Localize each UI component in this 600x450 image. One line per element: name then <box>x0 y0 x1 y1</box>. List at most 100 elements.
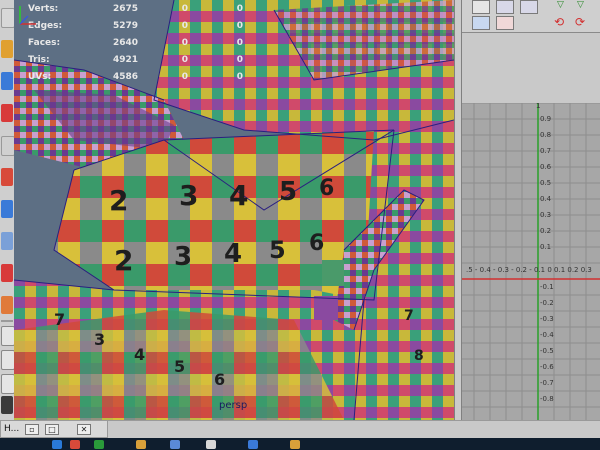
paint-tool-icon[interactable] <box>1 72 13 90</box>
uv-move-icon[interactable]: ▽ <box>557 0 567 10</box>
checker-number: 4 <box>134 345 145 364</box>
last-tool-icon[interactable] <box>1 296 13 314</box>
soft-mod-tool-icon[interactable] <box>1 232 13 250</box>
uv-layout-icon[interactable] <box>496 16 514 30</box>
v-tick: 0.1 <box>540 243 552 251</box>
select-tool-icon[interactable] <box>1 8 15 28</box>
taskbar-app-icon[interactable] <box>70 440 80 449</box>
checker-number: 6 <box>214 370 225 389</box>
tool-shelf <box>0 0 15 420</box>
uv-grid-lines <box>462 103 600 420</box>
toolbar-divider <box>1 320 13 322</box>
lasso-tool-icon[interactable] <box>1 40 13 58</box>
v-tick: -0.8 <box>540 395 554 403</box>
uv-grid-icon[interactable] <box>472 16 490 30</box>
uv-rotate-ccw-icon[interactable]: ⟲ <box>554 16 567 29</box>
camera-name-label: persp <box>219 400 248 411</box>
v-tick: 0.9 <box>540 115 552 123</box>
layout-four-icon[interactable] <box>1 350 15 370</box>
status-line <box>108 420 600 438</box>
hud-value: 0 <box>181 21 188 31</box>
checker-number: 8 <box>414 348 424 364</box>
layout-single-icon[interactable] <box>1 326 15 346</box>
uv-editor-margin <box>462 33 600 103</box>
hud-label: Faces: <box>28 38 61 48</box>
perspective-viewport[interactable]: 2 3 4 5 6 2 3 4 5 6 7 3 4 5 6 7 8 Verts:… <box>14 0 454 420</box>
hud-value: 0 <box>181 4 188 14</box>
v-tick: -0.6 <box>540 363 554 371</box>
taskbar-app-icon[interactable] <box>94 440 104 449</box>
hud-value: 4921 <box>112 55 138 65</box>
panel-splitter[interactable] <box>454 0 462 420</box>
minimized-window-title: H... <box>4 424 20 434</box>
v-tick: 0.4 <box>540 195 552 203</box>
taskbar-app-icon[interactable] <box>290 440 300 449</box>
checker-number: 3 <box>179 179 198 212</box>
hud-row-edges: Edges: 5279 0 0 <box>28 21 258 38</box>
v-tick: 0.5 <box>540 179 552 187</box>
layout-two-icon[interactable] <box>1 374 15 394</box>
checker-number: 3 <box>174 242 192 272</box>
uv-top-label: 1 <box>536 103 541 110</box>
v-tick: 0.2 <box>540 227 552 235</box>
outliner-layout-icon[interactable] <box>1 396 13 414</box>
uv-select-shell-icon[interactable] <box>496 0 514 14</box>
checker-number: 2 <box>109 184 128 217</box>
v-tick: -0.2 <box>540 299 554 307</box>
scale-tool-icon[interactable] <box>1 168 13 186</box>
hud-value: 0 <box>236 4 243 14</box>
checker-number: 4 <box>224 239 242 269</box>
uv-rotate-icon[interactable]: ⟳ <box>575 16 588 29</box>
v-tick: 0.6 <box>540 163 552 171</box>
v-tick: -0.3 <box>540 315 554 323</box>
show-manipulator-icon[interactable] <box>1 264 13 282</box>
v-tick: 0.3 <box>540 211 552 219</box>
hud-value: 0 <box>236 21 243 31</box>
v-tick: 0.8 <box>540 131 552 139</box>
minimized-window-bar[interactable]: H... ▫ □ ✕ <box>0 420 108 438</box>
hud-row-tris: Tris: 4921 0 0 <box>28 55 258 72</box>
close-button[interactable]: ✕ <box>77 424 91 435</box>
hud-value: 0 <box>181 55 188 65</box>
taskbar-app-icon[interactable] <box>248 440 258 449</box>
hud-value: 2675 <box>112 4 138 14</box>
taskbar-app-icon[interactable] <box>206 440 216 449</box>
v-tick: -0.5 <box>540 347 554 355</box>
uv-texture-editor-grid[interactable]: 1 0.9 0.8 0.7 0.6 0.5 0.4 0.3 0.2 0.1 .5… <box>462 103 600 420</box>
os-taskbar <box>0 438 600 450</box>
taskbar-app-icon[interactable] <box>170 440 180 449</box>
checker-number: 6 <box>319 176 334 201</box>
hud-value: 0 <box>236 38 243 48</box>
hud-value: 0 <box>181 38 188 48</box>
poly-count-hud: Verts: 2675 0 0 Edges: 5279 0 0 Faces: 2… <box>28 4 258 89</box>
maximize-button[interactable]: □ <box>45 424 59 435</box>
move-tool-icon[interactable] <box>1 104 13 122</box>
taskbar-app-icon[interactable] <box>136 440 146 449</box>
v-tick: -0.7 <box>540 379 554 387</box>
uv-scale-icon[interactable]: ▽ <box>577 0 587 10</box>
checker-number: 7 <box>404 308 414 324</box>
checker-number: 3 <box>94 330 105 349</box>
hud-value: 0 <box>236 55 243 65</box>
hud-value: 4586 <box>112 72 138 82</box>
uv-snapshot-icon[interactable] <box>472 0 490 14</box>
hud-label: UVs: <box>28 72 52 82</box>
checker-number: 5 <box>279 177 297 207</box>
checker-number: 6 <box>309 231 324 256</box>
hud-value: 5279 <box>112 21 138 31</box>
manipulator-tool-icon[interactable] <box>1 200 13 218</box>
restore-button[interactable]: ▫ <box>25 424 39 435</box>
axis-gizmo-icon <box>19 6 36 25</box>
hud-value: 2640 <box>112 38 138 48</box>
rotate-tool-icon[interactable] <box>1 136 15 156</box>
hud-label: Tris: <box>28 55 50 65</box>
checker-number: 4 <box>229 179 248 212</box>
u-axis-tick-labels: .5 - 0.4 - 0.3 - 0.2 - 0.1 0 0.1 0.2 0.3 <box>466 266 592 274</box>
v-tick: -0.4 <box>540 331 554 339</box>
hud-row-faces: Faces: 2640 0 0 <box>28 38 258 55</box>
hud-row-verts: Verts: 2675 0 0 <box>28 4 258 21</box>
uv-flip-icon[interactable] <box>520 0 538 14</box>
checker-number: 5 <box>269 236 286 264</box>
taskbar-app-icon[interactable] <box>52 440 62 449</box>
checker-number: 2 <box>114 244 133 277</box>
